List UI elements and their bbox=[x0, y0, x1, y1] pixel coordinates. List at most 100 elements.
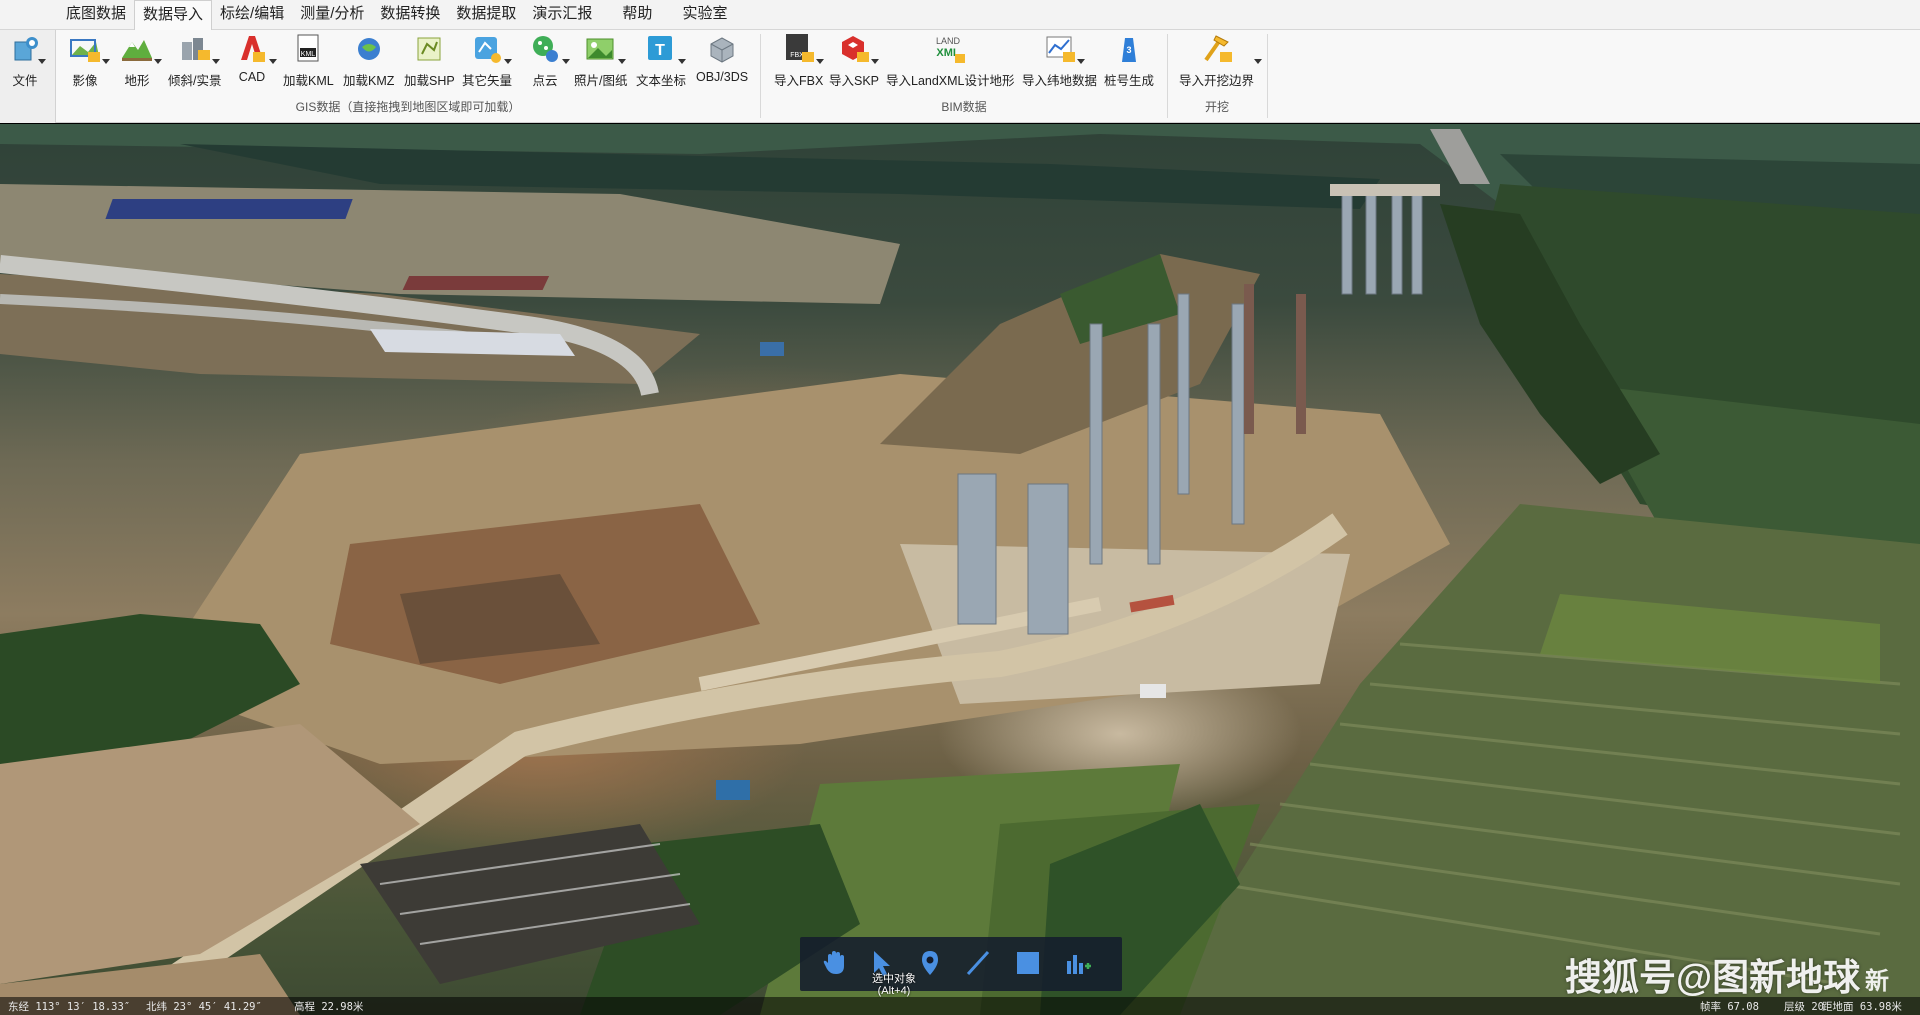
terrain-icon bbox=[120, 32, 162, 66]
excavation-group-label: 开挖 bbox=[1204, 100, 1229, 114]
tool-tooltip: 选中对象 (Alt+4) bbox=[872, 973, 916, 997]
draw-rect-icon[interactable] bbox=[1014, 949, 1042, 977]
import-weidi-label: 导入纬地数据 bbox=[1022, 74, 1098, 88]
import-landxml-label: 导入LandXML设计地形 bbox=[886, 74, 1015, 88]
photo-icon bbox=[584, 32, 626, 66]
status-altitude: 高程 22.98米 bbox=[294, 1001, 364, 1013]
import-landxml-button[interactable]: LAND XML 导入LandXML设计地形 bbox=[886, 32, 1015, 88]
station-generate-button[interactable]: 3 桩号生成 bbox=[1104, 32, 1154, 88]
oblique-icon bbox=[178, 32, 220, 66]
load-shp-label: 加载SHP bbox=[404, 74, 455, 88]
tab-data-extract[interactable]: 数据提取 bbox=[448, 0, 524, 29]
cad-button[interactable]: CAD bbox=[235, 32, 277, 88]
station-generate-label: 桩号生成 bbox=[1104, 74, 1155, 88]
bim-group: FBX 导入FBX 导入SKP LAND XML 导入LandXML设计地形 导入… bbox=[762, 30, 1166, 123]
weidi-icon bbox=[1043, 32, 1085, 66]
group-divider bbox=[1167, 34, 1168, 118]
file-icon bbox=[8, 32, 46, 66]
tab-presentation[interactable]: 演示汇报 bbox=[524, 0, 600, 29]
group-divider bbox=[760, 34, 761, 118]
other-vector-button[interactable]: 其它矢量 bbox=[462, 32, 512, 88]
text-coord-label: 文本坐标 bbox=[636, 74, 687, 88]
status-distance: 距地面 63.98米 bbox=[1822, 1001, 1902, 1013]
load-kmz-button[interactable]: 加载KMZ bbox=[343, 32, 394, 88]
other-vector-label: 其它矢量 bbox=[462, 74, 513, 88]
station-icon: 3 bbox=[1112, 32, 1146, 66]
excavation-icon bbox=[1200, 32, 1262, 66]
tab-data-convert[interactable]: 数据转换 bbox=[372, 0, 448, 29]
watermark-text: 搜狐号@图新地球 bbox=[1565, 957, 1861, 998]
tab-help[interactable]: 帮助 bbox=[614, 0, 660, 29]
imagery-icon bbox=[68, 32, 110, 66]
status-longitude: 东经 113° 13′ 18.33″ bbox=[8, 1001, 131, 1013]
import-fbx-button[interactable]: FBX 导入FBX bbox=[774, 32, 824, 88]
cad-label: CAD bbox=[238, 70, 266, 84]
photo-drawing-label: 照片/图纸 bbox=[574, 74, 628, 88]
cad-icon bbox=[235, 32, 277, 66]
tab-data-import[interactable]: 数据导入 bbox=[134, 0, 213, 30]
import-excavation-boundary-button[interactable]: 导入开挖边界 bbox=[1179, 32, 1262, 88]
import-skp-label: 导入SKP bbox=[829, 74, 880, 88]
svg-text:LAND: LAND bbox=[936, 36, 961, 46]
text-coord-button[interactable]: T 文本坐标 bbox=[636, 32, 686, 88]
menu-bar: 底图数据 数据导入 标绘/编辑 测量/分析 数据转换 数据提取 演示汇报 帮助 … bbox=[0, 0, 1920, 30]
scene-imagery bbox=[0, 124, 1920, 1015]
shp-icon bbox=[412, 32, 446, 66]
draw-line-icon[interactable] bbox=[964, 949, 992, 977]
floating-toolbar bbox=[800, 937, 1122, 991]
kmz-icon bbox=[352, 32, 386, 66]
bim-group-label: BIM数据 bbox=[941, 100, 987, 114]
skp-icon bbox=[837, 32, 879, 66]
map-3d-view[interactable] bbox=[0, 124, 1920, 1015]
gis-group: 影像 地形 倾斜/实景 CAD KML 加载KML 加载KMZ 加载SHP 其它 bbox=[58, 30, 758, 123]
import-skp-button[interactable]: 导入SKP bbox=[829, 32, 879, 88]
svg-text:T: T bbox=[655, 42, 665, 59]
load-shp-button[interactable]: 加载SHP bbox=[404, 32, 455, 88]
oblique-label: 倾斜/实景 bbox=[168, 74, 222, 88]
vector-icon bbox=[470, 32, 512, 66]
terrain-label: 地形 bbox=[124, 74, 150, 88]
pan-hand-icon[interactable] bbox=[820, 949, 848, 977]
landxml-icon: LAND XML bbox=[933, 32, 967, 66]
text-coord-icon: T bbox=[644, 32, 686, 66]
watermark-tail: 新 bbox=[1865, 968, 1889, 995]
obj-3ds-label: OBJ/3DS bbox=[696, 70, 749, 84]
obj-icon bbox=[705, 32, 739, 66]
place-marker-icon[interactable] bbox=[916, 949, 944, 977]
group-divider bbox=[1267, 34, 1268, 118]
point-cloud-button[interactable]: 点云 bbox=[528, 32, 570, 88]
load-kml-label: 加载KML bbox=[283, 74, 334, 88]
file-button[interactable]: 文件 bbox=[8, 32, 46, 88]
tab-lab[interactable]: 实验室 bbox=[674, 0, 735, 29]
tab-measure-analysis[interactable]: 测量/分析 bbox=[292, 0, 372, 29]
ribbon: 文件 影像 地形 倾斜/实景 CAD KML 加载KML 加载KMZ 加载SHP… bbox=[0, 30, 1920, 123]
chart-add-icon[interactable] bbox=[1064, 949, 1092, 977]
fbx-icon: FBX bbox=[782, 32, 824, 66]
photo-drawing-button[interactable]: 照片/图纸 bbox=[574, 32, 627, 88]
pointcloud-icon bbox=[528, 32, 570, 66]
file-label: 文件 bbox=[12, 74, 38, 88]
import-weidi-button[interactable]: 导入纬地数据 bbox=[1022, 32, 1097, 88]
load-kmz-label: 加载KMZ bbox=[343, 74, 395, 88]
imagery-button[interactable]: 影像 bbox=[68, 32, 110, 88]
import-fbx-label: 导入FBX bbox=[774, 74, 824, 88]
load-kml-button[interactable]: KML 加载KML bbox=[283, 32, 334, 88]
oblique-button[interactable]: 倾斜/实景 bbox=[168, 32, 221, 88]
svg-text:3: 3 bbox=[1126, 45, 1131, 55]
excavation-group: 导入开挖边界 开挖 bbox=[1169, 30, 1265, 123]
status-latitude: 北纬 23° 45′ 41.29″ bbox=[146, 1001, 262, 1013]
status-level: 层级 20 bbox=[1784, 1001, 1824, 1013]
file-panel: 文件 bbox=[0, 30, 56, 123]
tooltip-title: 选中对象 bbox=[872, 973, 916, 985]
gis-group-label: GIS数据（直接拖拽到地图区域即可加载） bbox=[295, 100, 521, 114]
point-cloud-label: 点云 bbox=[532, 74, 558, 88]
status-frame-rate: 帧率 67.08 bbox=[1700, 1001, 1759, 1013]
svg-text:KML: KML bbox=[301, 51, 316, 58]
tooltip-shortcut: (Alt+4) bbox=[877, 985, 911, 997]
tab-base-map[interactable]: 底图数据 bbox=[58, 0, 134, 29]
tab-plot-edit[interactable]: 标绘/编辑 bbox=[212, 0, 292, 29]
status-bar: 东经 113° 13′ 18.33″ 北纬 23° 45′ 41.29″ 高程 … bbox=[0, 997, 1920, 1015]
obj-3ds-button[interactable]: OBJ/3DS bbox=[696, 32, 748, 88]
terrain-button[interactable]: 地形 bbox=[120, 32, 162, 88]
import-excavation-boundary-label: 导入开挖边界 bbox=[1179, 74, 1255, 88]
